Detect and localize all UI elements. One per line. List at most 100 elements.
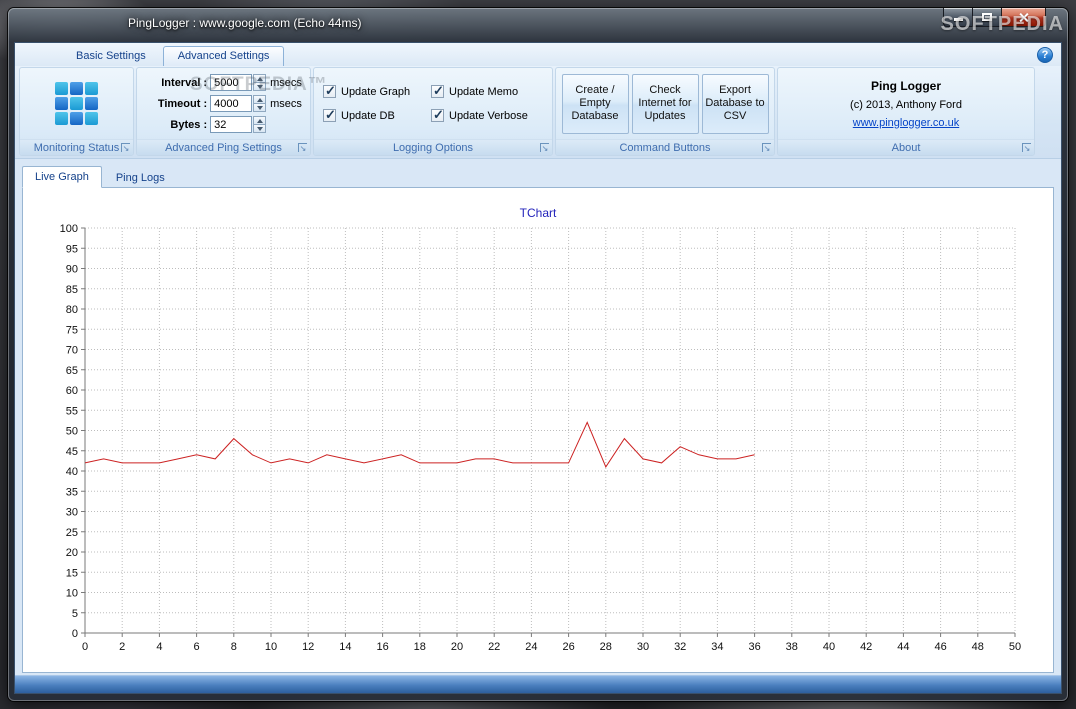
tab-basic-settings[interactable]: Basic Settings (61, 46, 161, 66)
checkbox-label: Update Memo (449, 85, 519, 98)
dialog-launcher-icon[interactable] (540, 143, 549, 152)
bytes-spinner[interactable] (253, 116, 267, 133)
spinner-up-icon[interactable] (253, 74, 267, 82)
timeout-spinner[interactable] (253, 95, 267, 112)
checkbox-icon (431, 83, 444, 99)
app-window: PingLogger : www.google.com (Echo 44ms) … (8, 8, 1068, 701)
window-controls (943, 8, 1046, 27)
maximize-button[interactable] (972, 8, 1001, 27)
interval-label: Interval : (161, 76, 208, 89)
group-caption-monitoring: Monitoring Status (20, 139, 133, 155)
status-grid-icon (55, 82, 98, 125)
interval-field-row: Interval : msecs (145, 74, 302, 91)
ribbon-tab-bar: Basic Settings Advanced Settings ? (15, 43, 1061, 66)
pinglogger-website-link[interactable]: www.pinglogger.co.uk (853, 117, 959, 129)
status-bar (15, 675, 1061, 693)
svg-text:45: 45 (66, 446, 78, 458)
svg-text:46: 46 (934, 641, 946, 653)
svg-text:65: 65 (66, 365, 78, 377)
svg-text:8: 8 (231, 641, 237, 653)
dialog-launcher-icon[interactable] (762, 143, 771, 152)
export-database-csv-button[interactable]: Export Database to CSV (701, 73, 769, 134)
close-icon (1018, 12, 1029, 23)
about-app-name: Ping Logger (871, 78, 941, 93)
checkbox-icon (323, 107, 336, 123)
checkbox-update-memo[interactable]: Update Memo (431, 83, 543, 99)
checkbox-update-graph[interactable]: Update Graph (323, 83, 431, 99)
svg-text:75: 75 (66, 324, 78, 336)
svg-text:10: 10 (265, 641, 277, 653)
svg-text:24: 24 (525, 641, 537, 653)
desktop-background: SOFTPEDIA™ SOFTPEDIA PingLogger : www.go… (0, 0, 1076, 709)
svg-text:42: 42 (860, 641, 872, 653)
about-copyright: (c) 2013, Anthony Ford (850, 98, 962, 111)
svg-text:0: 0 (72, 628, 78, 640)
client-area: Basic Settings Advanced Settings ? Monit… (14, 42, 1062, 694)
spinner-up-icon[interactable] (253, 95, 267, 103)
tab-ping-logs[interactable]: Ping Logs (103, 167, 178, 187)
spinner-down-icon[interactable] (253, 103, 267, 112)
minimize-icon (953, 18, 963, 21)
checkbox-update-db[interactable]: Update DB (323, 107, 431, 123)
timeout-label: Timeout : (157, 97, 208, 110)
dialog-launcher-icon[interactable] (121, 143, 130, 152)
checkbox-label: Update Verbose (449, 109, 528, 122)
timeout-unit: msecs (270, 97, 302, 110)
title-bar[interactable]: PingLogger : www.google.com (Echo 44ms) (8, 8, 1068, 42)
svg-text:34: 34 (711, 641, 723, 653)
svg-text:90: 90 (66, 264, 78, 276)
checkbox-label: Update DB (341, 109, 395, 122)
svg-text:48: 48 (972, 641, 984, 653)
svg-text:50: 50 (66, 426, 78, 438)
timeout-field-row: Timeout : msecs (145, 95, 302, 112)
spinner-up-icon[interactable] (253, 116, 267, 124)
tab-live-graph[interactable]: Live Graph (22, 166, 102, 188)
group-caption-label: Logging Options (392, 141, 474, 154)
svg-text:10: 10 (66, 588, 78, 600)
svg-text:26: 26 (562, 641, 574, 653)
group-logging-options: Update Graph Update Memo Update DB (313, 67, 553, 156)
bytes-label: Bytes : (170, 118, 208, 131)
timeout-input[interactable] (210, 95, 253, 112)
group-caption-label: Command Buttons (619, 141, 711, 154)
close-button[interactable] (1001, 8, 1046, 27)
svg-text:20: 20 (66, 547, 78, 559)
svg-text:14: 14 (339, 641, 351, 653)
svg-text:40: 40 (66, 466, 78, 478)
svg-text:12: 12 (302, 641, 314, 653)
dialog-launcher-icon[interactable] (1022, 143, 1031, 152)
tab-advanced-settings[interactable]: Advanced Settings (162, 46, 285, 66)
chart-panel: TChart 0 5 10 15 20 25 30 35 40 45 50 55 60 65 70 75 80 8… (22, 187, 1054, 673)
help-button[interactable]: ? (1037, 47, 1053, 63)
group-caption-about: About (778, 139, 1034, 155)
interval-spinner[interactable] (253, 74, 267, 91)
svg-text:36: 36 (748, 641, 760, 653)
svg-text:22: 22 (488, 641, 500, 653)
svg-text:20: 20 (451, 641, 463, 653)
group-caption-label: Monitoring Status (33, 141, 120, 154)
create-empty-database-button[interactable]: Create / Empty Database (561, 73, 629, 134)
svg-text:95: 95 (66, 243, 78, 255)
svg-text:16: 16 (376, 641, 388, 653)
ping-line-chart: 0510152025303540455055606570758085909510… (60, 223, 1021, 653)
maximize-icon (982, 13, 992, 21)
bytes-input[interactable] (210, 116, 253, 133)
checkbox-update-verbose[interactable]: Update Verbose (431, 107, 543, 123)
svg-text:28: 28 (600, 641, 612, 653)
minimize-button[interactable] (943, 8, 972, 27)
spinner-down-icon[interactable] (253, 82, 267, 91)
group-caption-logging: Logging Options (314, 139, 552, 155)
group-caption-label: About (891, 141, 921, 154)
dialog-launcher-icon[interactable] (298, 143, 307, 152)
page-tab-bar: Live Graph Ping Logs (15, 165, 1061, 188)
interval-input[interactable] (210, 74, 253, 91)
check-internet-updates-button[interactable]: Check Internet for Updates (631, 73, 699, 134)
svg-text:40: 40 (823, 641, 835, 653)
spinner-down-icon[interactable] (253, 124, 267, 133)
svg-text:35: 35 (66, 486, 78, 498)
svg-text:44: 44 (897, 641, 909, 653)
svg-text:18: 18 (414, 641, 426, 653)
svg-text:25: 25 (66, 527, 78, 539)
svg-text:50: 50 (1009, 641, 1021, 653)
svg-text:30: 30 (66, 507, 78, 519)
